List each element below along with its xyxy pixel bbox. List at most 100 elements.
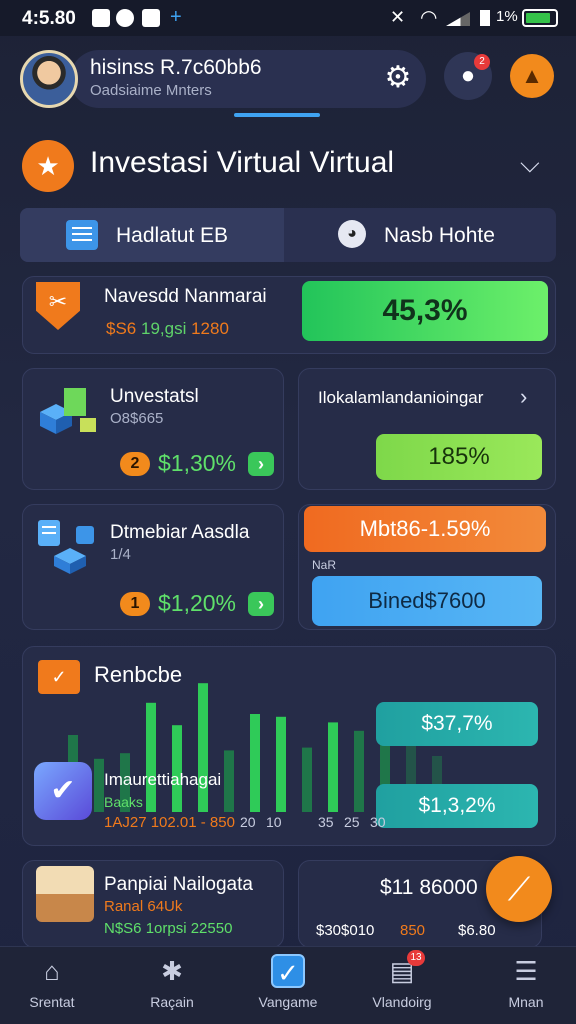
nav-label: Raçain xyxy=(150,994,194,1010)
signal-icon xyxy=(446,12,470,26)
message-icon xyxy=(92,9,110,27)
header-indicator xyxy=(234,113,320,117)
chart-bar xyxy=(354,730,364,812)
document-icon: ▤ 13 xyxy=(385,950,425,988)
chart-caption: Baaks xyxy=(104,794,143,810)
chevron-down-icon[interactable]: ⌵ xyxy=(520,148,540,180)
sub-value: 1280 xyxy=(191,319,229,338)
home-icon: ⌂ xyxy=(44,956,60,986)
user-subtitle: Oadsiaime Mnters xyxy=(90,82,212,99)
nav-label: Mnan xyxy=(508,994,544,1010)
nav-label: Vangame xyxy=(258,994,318,1010)
battery-icon xyxy=(522,9,558,27)
detail-value: $6.80 xyxy=(458,922,496,939)
return-value: $1,20% xyxy=(158,590,237,616)
chart-logo-icon: ✓ xyxy=(38,660,80,694)
loss-pill[interactable]: Mbt86-1.59% xyxy=(304,506,546,552)
chart-pill-bottom[interactable]: $1,3,2% xyxy=(376,784,538,828)
tick-label: 25 xyxy=(344,814,360,830)
card-subtitle: Ranal 64Uk xyxy=(104,898,183,915)
mute-icon: ✕ xyxy=(390,7,406,27)
card-title: Unvestatsl xyxy=(110,386,199,407)
profile-notification-button[interactable]: ● 2 xyxy=(444,52,492,100)
sim-icon xyxy=(480,10,490,26)
chart-bar xyxy=(328,722,338,812)
return-percent-pill[interactable]: 45,3% xyxy=(302,281,548,341)
blocks-icon xyxy=(40,388,96,434)
chart-bar xyxy=(172,725,182,812)
sync-icon xyxy=(116,9,134,27)
tick-label: 20 xyxy=(240,814,256,830)
emoji-icon: ◕ xyxy=(338,220,366,248)
plus-icon: + xyxy=(170,6,182,28)
status-bar: 4:5.80 + ✕ ◠ 1% xyxy=(0,0,576,36)
check-app-icon: ✔ xyxy=(34,762,92,820)
card-detail: N$S6 1orpsi 22550 xyxy=(104,920,233,937)
tab-label-2[interactable]: Nasb Hohte xyxy=(384,224,495,248)
compass-icon: ✱ xyxy=(161,956,183,986)
app-header: hisinss R.7c60bb6 Oadsiaime Mnters ⚙ ● 2… xyxy=(16,48,560,110)
rank-badge: 2 xyxy=(120,452,150,476)
document-icon xyxy=(66,220,98,250)
nav-item-game[interactable]: ✓ Vangame xyxy=(240,954,336,1010)
user-name: hisinss R.7c60bb6 xyxy=(90,56,262,79)
page-title: Investasi Virtual Virtual xyxy=(90,146,395,179)
chevron-right-icon[interactable]: › xyxy=(520,384,527,410)
battery-percent: 1% xyxy=(496,8,518,25)
rocket-icon[interactable]: ▲ xyxy=(510,54,554,98)
chart-bar xyxy=(302,747,312,812)
card-subtitle: $S6 19,gsi 1280 xyxy=(106,319,229,339)
chart-title: Renbcbe xyxy=(94,662,183,687)
mini-label: NaR xyxy=(312,558,337,572)
return-value: $1,30% xyxy=(158,450,237,476)
avatar[interactable] xyxy=(20,50,78,108)
edit-fab-button[interactable]: ⟋ xyxy=(486,856,552,922)
mail-icon xyxy=(142,9,160,27)
network-icon xyxy=(38,520,94,574)
total-value: $11 86000 xyxy=(380,876,478,899)
nav-item-menu[interactable]: ☰ Mnan xyxy=(478,954,574,1010)
rank-badge: 1 xyxy=(120,592,150,616)
menu-icon: ☰ xyxy=(514,956,538,986)
detail-value: 850 xyxy=(400,922,426,939)
tick-label: 35 xyxy=(318,814,334,830)
chart-bar xyxy=(198,683,208,812)
chart-bar xyxy=(224,750,234,812)
chart-pill-top[interactable]: $37,7% xyxy=(376,702,538,746)
sub-rate: 19,gsi xyxy=(140,319,187,338)
growth-pill[interactable]: 185% xyxy=(376,434,542,480)
gear-icon[interactable]: ⚙ xyxy=(380,60,416,96)
nav-item-explore[interactable]: ✱ Raçain xyxy=(124,954,220,1010)
card-title: Navesdd Nanmarai xyxy=(104,286,267,307)
status-time: 4:5.80 xyxy=(22,8,76,29)
chevron-right-icon[interactable]: › xyxy=(248,592,274,616)
card-subtitle: O8$665 xyxy=(110,410,164,427)
wifi-icon: ◠ xyxy=(420,7,438,29)
check-icon: ✓ xyxy=(271,954,305,988)
chart-bar xyxy=(94,758,104,812)
card-title: Panpiai Nailogata xyxy=(104,874,253,895)
tick-label: 10 xyxy=(266,814,282,830)
balance-pill[interactable]: Bined$7600 xyxy=(312,576,542,626)
nav-label: Srentat xyxy=(29,994,75,1010)
chart-subtitle: Imaurettiahagai xyxy=(104,770,222,789)
chart-bar xyxy=(250,714,260,812)
star-icon: ★ xyxy=(22,140,74,192)
chart-bar xyxy=(146,702,156,812)
user-icon: ● xyxy=(460,62,476,89)
chart-range: 1AJ27 102.01 - 850 xyxy=(104,814,235,831)
chevron-right-icon[interactable]: › xyxy=(248,452,274,476)
investor-avatar xyxy=(36,866,94,922)
sub-amount: $S6 xyxy=(106,319,137,338)
nav-item-home[interactable]: ⌂ Srentat xyxy=(4,954,100,1010)
card-title: Ilokalamlandanioingar xyxy=(318,388,484,407)
nav-item-documents[interactable]: ▤ 13 Vlandoirg xyxy=(354,950,450,1010)
detail-value: $30$010 xyxy=(316,922,375,939)
card-title: Dtmebiar Aasdla xyxy=(110,522,250,543)
nav-label: Vlandoirg xyxy=(372,994,432,1010)
tab-label-1[interactable]: Hadlatut EB xyxy=(116,224,228,248)
notification-badge: 2 xyxy=(474,54,490,70)
card-subtitle: 1/4 xyxy=(110,546,131,563)
chart-bar xyxy=(276,716,286,812)
tick-label: 30 xyxy=(370,814,386,830)
